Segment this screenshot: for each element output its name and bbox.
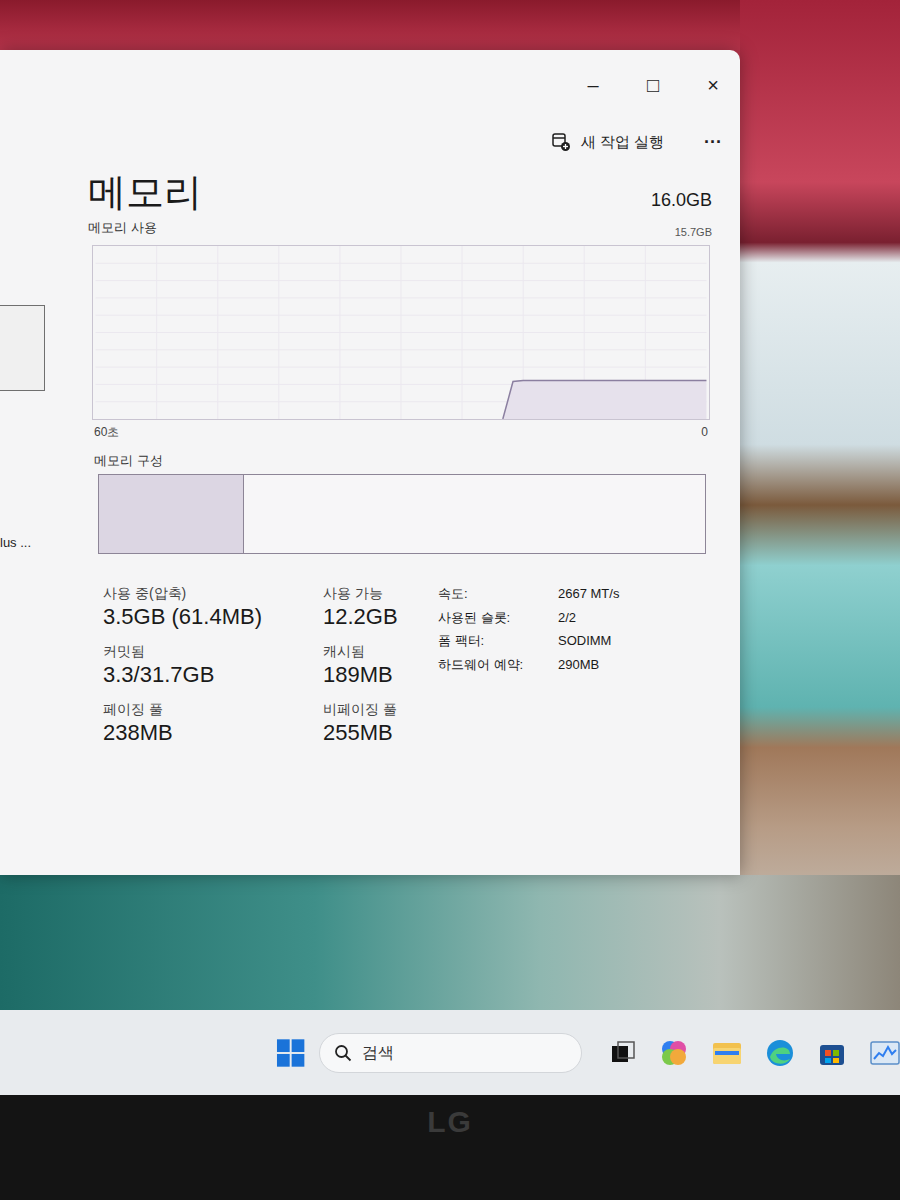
page-title: 메모리 [88, 168, 202, 216]
run-task-button[interactable]: 새 작업 실행 [551, 131, 664, 154]
detail-label: 사용된 슬롯: [438, 608, 558, 628]
windows-start-icon[interactable] [276, 1038, 305, 1068]
run-task-icon [551, 132, 571, 152]
chart-time-label: 60초 [94, 423, 119, 441]
sidebar-item[interactable]: lus ... [0, 533, 88, 553]
stats-grid: 사용 중(압축)3.5GB (61.4MB)사용 가능12.2GB커밋됨3.3/… [103, 584, 428, 748]
stat-item: 페이징 풀238MB [103, 700, 323, 748]
edge-icon[interactable] [766, 1039, 794, 1067]
memory-panel: 메모리 16.0GB 메모리 사용 15.7GB 60초 0 메모리 구성사용 중(압축)3… [88, 164, 712, 875]
toolbar: 새 작업 실행 ··· [0, 120, 740, 164]
chart-label: 메모리 사용 [88, 218, 157, 238]
search-icon [334, 1044, 352, 1062]
task-manager-window[interactable]: – □ × 새 작업 실행 ··· lus ... 메모리 16.0GB 메모리 사용 15.7G… [0, 50, 740, 875]
chart-zero-label: 0 [701, 423, 708, 441]
search-box[interactable]: 검색 [319, 1033, 582, 1073]
detail-label: 하드웨어 예약: [438, 655, 558, 675]
memory-usage-chart [92, 245, 710, 420]
task-view-icon[interactable] [610, 1040, 636, 1066]
window-control-button[interactable]: × [700, 75, 726, 95]
copilot-icon[interactable] [660, 1039, 688, 1067]
more-button[interactable]: ··· [704, 133, 722, 151]
composition-in-use [99, 475, 244, 553]
stat-item: 사용 가능12.2GB [323, 584, 428, 632]
task-manager-icon[interactable] [870, 1039, 900, 1067]
window-control-button[interactable]: □ [640, 75, 666, 95]
wallpaper-pool [0, 875, 900, 1010]
taskbar: 검색 [0, 1010, 900, 1095]
wallpaper-waterfall [740, 0, 900, 1010]
detail-label: 폼 팩터: [438, 631, 558, 651]
composition-label: 메모리 구성 [88, 451, 712, 471]
details-grid: 속도:2667 MT/s사용된 슬롯:2/2폼 팩터:SODIMM하드웨어 예약… [438, 584, 619, 748]
stat-item: 비페이징 풀255MB [323, 700, 428, 748]
bezel-logo: LG [427, 1099, 473, 1200]
usage-area [503, 380, 707, 419]
stat-item: 캐시됨189MB [323, 642, 428, 690]
window-control-button[interactable]: – [580, 75, 606, 95]
detail-value: 2/2 [558, 608, 619, 628]
sidebar-thumbnail[interactable] [0, 305, 45, 391]
store-icon[interactable] [818, 1039, 846, 1067]
detail-value: 2667 MT/s [558, 584, 619, 604]
detail-label: 속도: [438, 584, 558, 604]
desktop-photo: – □ × 새 작업 실행 ··· lus ... 메모리 16.0GB 메모리 사용 15.7G… [0, 0, 900, 1200]
composition-bar [98, 474, 706, 554]
detail-value: SODIMM [558, 631, 619, 651]
usage-line [503, 380, 707, 419]
sidebar: lus ... [0, 164, 88, 875]
stat-item: 사용 중(압축)3.5GB (61.4MB) [103, 584, 323, 632]
detail-value: 290MB [558, 655, 619, 675]
chart-max-label: 15.7GB [675, 218, 712, 241]
title-bar: – □ × [0, 50, 740, 120]
total-memory: 16.0GB [651, 187, 712, 216]
file-explorer-icon[interactable] [712, 1040, 742, 1066]
stat-item: 커밋됨3.3/31.7GB [103, 642, 323, 690]
laptop-bezel: LG [0, 1095, 900, 1200]
